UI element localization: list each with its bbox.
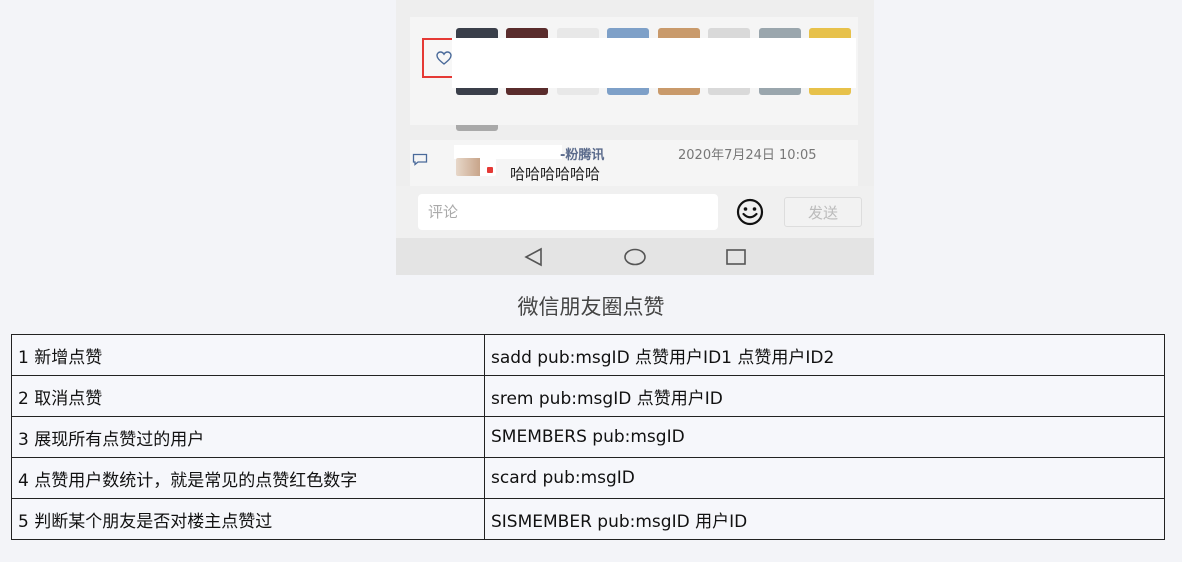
comment-input[interactable]: [418, 194, 718, 230]
square-recents-icon[interactable]: [724, 246, 748, 268]
table-cell-command: sadd pub:msgID 点赞用户ID1 点赞用户ID2: [484, 334, 1165, 376]
figure-caption: 微信朋友圈点赞: [517, 295, 665, 319]
table-cell-operation: 3 展现所有点赞过的用户: [11, 416, 485, 458]
table-cell-operation: 2 取消点赞: [11, 375, 485, 417]
table-cell-operation: 5 判断某个朋友是否对楼主点赞过: [11, 498, 485, 540]
comment-timestamp: 2020年7月24日 10:05: [678, 148, 817, 163]
comment-icon: [412, 153, 428, 166]
android-nav-bar: [396, 238, 874, 275]
table-row: 4 点赞用户数统计，就是常见的点赞红色数字 scard pub:msgID: [11, 457, 1165, 499]
redis-command-table: 1 新增点赞 sadd pub:msgID 点赞用户ID1 点赞用户ID2 2 …: [11, 334, 1165, 540]
send-button[interactable]: 发送: [784, 197, 862, 227]
heart-icon: [436, 51, 452, 65]
table-cell-command: SISMEMBER pub:msgID 用户ID: [484, 498, 1165, 540]
avatar[interactable]: [456, 158, 496, 176]
table-row: 3 展现所有点赞过的用户 SMEMBERS pub:msgID: [11, 416, 1165, 458]
comment-input-bar: 发送: [396, 186, 874, 238]
table-cell-operation: 1 新增点赞: [11, 334, 485, 376]
table-row: 2 取消点赞 srem pub:msgID 点赞用户ID: [11, 375, 1165, 417]
circle-home-icon[interactable]: [623, 246, 647, 268]
comment-author[interactable]: -粉腾讯: [560, 144, 604, 163]
phone-screenshot: -粉腾讯 2020年7月24日 10:05 哈哈哈哈哈哈 发送: [396, 0, 874, 275]
table-cell-command: scard pub:msgID: [484, 457, 1165, 499]
triangle-back-icon[interactable]: [522, 246, 546, 268]
redaction-mask: [452, 38, 856, 88]
table-cell-operation: 4 点赞用户数统计，就是常见的点赞红色数字: [11, 457, 485, 499]
comment-text: 哈哈哈哈哈哈: [510, 165, 601, 183]
table-row: 1 新增点赞 sadd pub:msgID 点赞用户ID1 点赞用户ID2: [11, 334, 1165, 376]
avatar[interactable]: [456, 125, 498, 131]
table-cell-command: SMEMBERS pub:msgID: [484, 416, 1165, 458]
redaction-mask: [454, 145, 562, 159]
table-cell-command: srem pub:msgID 点赞用户ID: [484, 375, 1165, 417]
smiley-icon[interactable]: [732, 197, 768, 227]
table-row: 5 判断某个朋友是否对楼主点赞过 SISMEMBER pub:msgID 用户I…: [11, 498, 1165, 540]
